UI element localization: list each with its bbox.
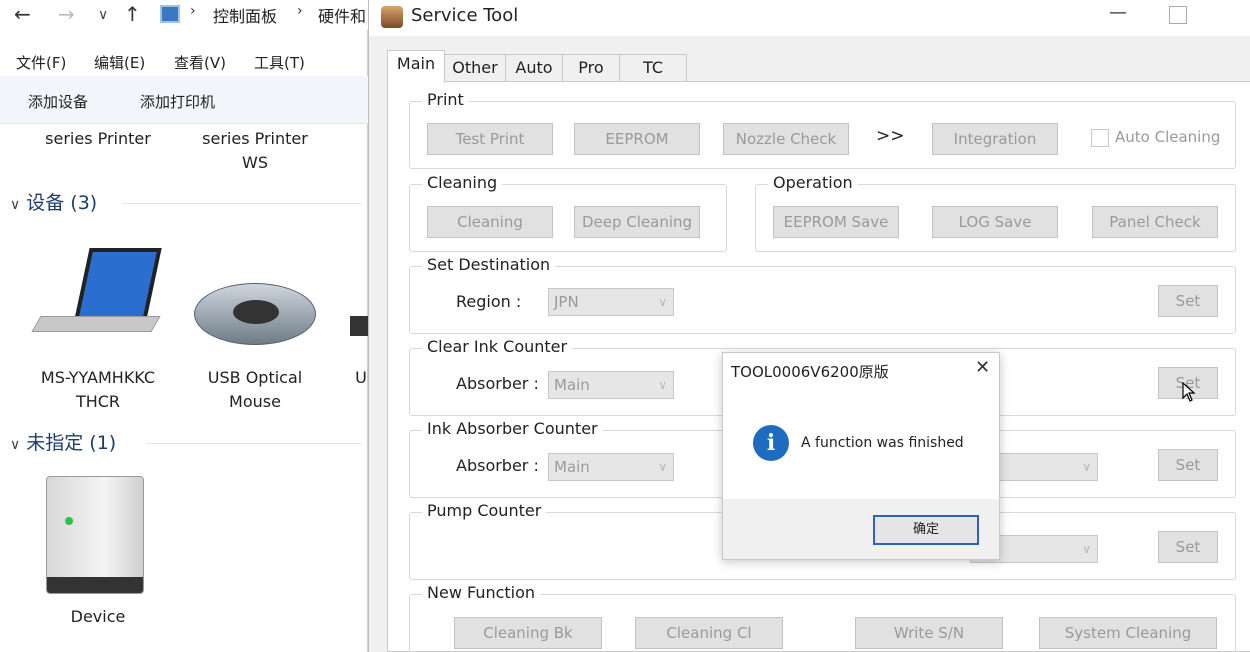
control-panel-icon	[160, 5, 180, 23]
chevron-down-icon: ∨	[1082, 460, 1091, 474]
maximize-button[interactable]	[1169, 6, 1187, 24]
system-cleaning-button[interactable]: System Cleaning	[1039, 617, 1217, 649]
tab-auto[interactable]: Auto	[505, 54, 563, 82]
group-divider	[122, 203, 362, 204]
dialog-title: TOOL0006V6200原版	[731, 363, 889, 381]
tab-main[interactable]: Main	[387, 50, 445, 83]
chevron-down-icon: ∨	[1082, 542, 1091, 556]
laptop-icon[interactable]	[31, 248, 162, 340]
cleaning-cl-button[interactable]: Cleaning Cl	[635, 617, 783, 649]
log-save-button[interactable]: LOG Save	[932, 206, 1058, 238]
ok-button[interactable]: 确定	[873, 515, 979, 545]
test-print-button[interactable]: Test Print	[427, 123, 553, 155]
generic-device-icon[interactable]	[46, 476, 144, 594]
group-title: New Function	[422, 583, 541, 602]
device-icon[interactable]	[350, 316, 368, 336]
window-title: Service Tool	[411, 5, 519, 26]
up-arrow-icon[interactable]: ↑	[124, 2, 141, 26]
group-title: 设备 (3)	[26, 192, 98, 214]
integration-button[interactable]: Integration	[932, 123, 1058, 155]
tab-pro[interactable]: Pro	[562, 54, 620, 82]
app-icon	[381, 6, 403, 28]
mouse-cursor-icon	[1182, 382, 1196, 402]
title-bar: Service Tool —	[369, 0, 1250, 36]
group-divider	[146, 443, 362, 444]
history-chevron-icon[interactable]: ∨	[98, 3, 108, 27]
absorber-label: Absorber :	[456, 374, 539, 393]
device-label[interactable]: MS-YYAMHKKC THCR	[28, 366, 168, 414]
auto-cleaning-checkbox[interactable]	[1091, 129, 1109, 147]
group-header-devices[interactable]: ∨ 设备 (3)	[10, 188, 97, 215]
device-label[interactable]: series Printer WS	[190, 127, 320, 175]
menu-edit[interactable]: 编辑(E)	[94, 52, 145, 73]
eeprom-button[interactable]: EEPROM	[574, 123, 700, 155]
back-arrow-icon[interactable]: ←	[14, 2, 31, 26]
set-destination-button[interactable]: Set	[1158, 285, 1218, 317]
write-sn-button[interactable]: Write S/N	[855, 617, 1003, 649]
group-title: Clear Ink Counter	[422, 337, 573, 356]
group-title: 未指定 (1)	[26, 432, 117, 454]
group-title: Cleaning	[422, 173, 503, 192]
device-label[interactable]: U	[354, 366, 368, 390]
message-dialog: TOOL0006V6200原版 ✕ i A function was finis…	[722, 352, 1000, 560]
command-bar: 添加设备 添加打印机	[0, 76, 368, 124]
device-label[interactable]: series Printer	[30, 127, 166, 151]
group-title: Ink Absorber Counter	[422, 419, 603, 438]
add-printer-button[interactable]: 添加打印机	[140, 91, 215, 112]
group-title: Pump Counter	[422, 501, 547, 520]
dialog-message: A function was finished	[801, 435, 964, 451]
dialog-footer: 确定	[723, 499, 999, 559]
region-label: Region :	[456, 292, 522, 311]
menu-view[interactable]: 查看(V)	[174, 52, 226, 73]
tab-other[interactable]: Other	[444, 54, 506, 82]
group-title: Set Destination	[422, 255, 556, 274]
new-function-group: New Function Cleaning Bk Cleaning Cl Wri…	[409, 583, 1236, 652]
cleaning-button[interactable]: Cleaning	[427, 206, 553, 238]
chevron-right-icon[interactable]: ›	[190, 3, 196, 19]
cleaning-group: Cleaning Cleaning Deep Cleaning	[409, 173, 727, 252]
more-arrow-button[interactable]: >>	[876, 126, 905, 146]
cleaning-bk-button[interactable]: Cleaning Bk	[454, 617, 602, 649]
group-header-unspecified[interactable]: ∨ 未指定 (1)	[10, 428, 116, 455]
auto-cleaning-label: Auto Cleaning	[1115, 128, 1221, 146]
mouse-icon[interactable]	[194, 283, 316, 345]
close-icon[interactable]: ✕	[975, 357, 990, 378]
menu-file[interactable]: 文件(F)	[16, 52, 66, 73]
chevron-right-icon[interactable]: ›	[297, 3, 303, 19]
operation-group: Operation EEPROM Save LOG Save Panel Che…	[755, 173, 1236, 252]
region-select[interactable]: JPN ∨	[548, 288, 674, 316]
breadcrumb-control-panel[interactable]: 控制面板	[213, 3, 277, 27]
group-title: Print	[422, 90, 469, 109]
chevron-down-icon: ∨	[10, 197, 21, 213]
forward-arrow-icon[interactable]: →	[58, 2, 75, 26]
menu-tools[interactable]: 工具(T)	[254, 52, 305, 73]
add-device-button[interactable]: 添加设备	[28, 91, 88, 112]
device-label[interactable]: Device	[48, 605, 148, 629]
panel-check-button[interactable]: Panel Check	[1092, 206, 1218, 238]
breadcrumb-hardware[interactable]: 硬件和	[318, 3, 368, 27]
address-bar: ← → ∨ ↑ › 控制面板 › 硬件和	[0, 0, 368, 30]
deep-cleaning-button[interactable]: Deep Cleaning	[574, 206, 700, 238]
set-destination-group: Set Destination Region : JPN ∨ Set	[409, 255, 1236, 334]
explorer-window: ← → ∨ ↑ › 控制面板 › 硬件和 文件(F) 编辑(E) 查看(V) 工…	[0, 0, 368, 652]
absorber-select[interactable]: Main ∨	[548, 453, 674, 481]
nozzle-check-button[interactable]: Nozzle Check	[723, 123, 849, 155]
ink-absorber-set-button[interactable]: Set	[1158, 449, 1218, 481]
absorber-select[interactable]: Main ∨	[548, 371, 674, 399]
group-title: Operation	[768, 173, 858, 192]
print-group: Print Test Print EEPROM Nozzle Check >> …	[409, 90, 1236, 169]
chevron-down-icon: ∨	[658, 460, 667, 474]
chevron-down-icon: ∨	[10, 437, 21, 453]
pump-set-button[interactable]: Set	[1158, 531, 1218, 563]
eeprom-save-button[interactable]: EEPROM Save	[773, 206, 899, 238]
chevron-down-icon: ∨	[658, 378, 667, 392]
info-icon: i	[753, 425, 789, 461]
absorber-label: Absorber :	[456, 456, 539, 475]
minimize-button[interactable]: —	[1103, 2, 1133, 30]
tab-strip: Main Other Auto Pro TC	[387, 50, 787, 83]
tab-tc[interactable]: TC	[619, 54, 687, 82]
chevron-down-icon: ∨	[658, 295, 667, 309]
menu-bar: 文件(F) 编辑(E) 查看(V) 工具(T)	[0, 46, 368, 76]
device-label[interactable]: USB Optical Mouse	[196, 366, 314, 414]
